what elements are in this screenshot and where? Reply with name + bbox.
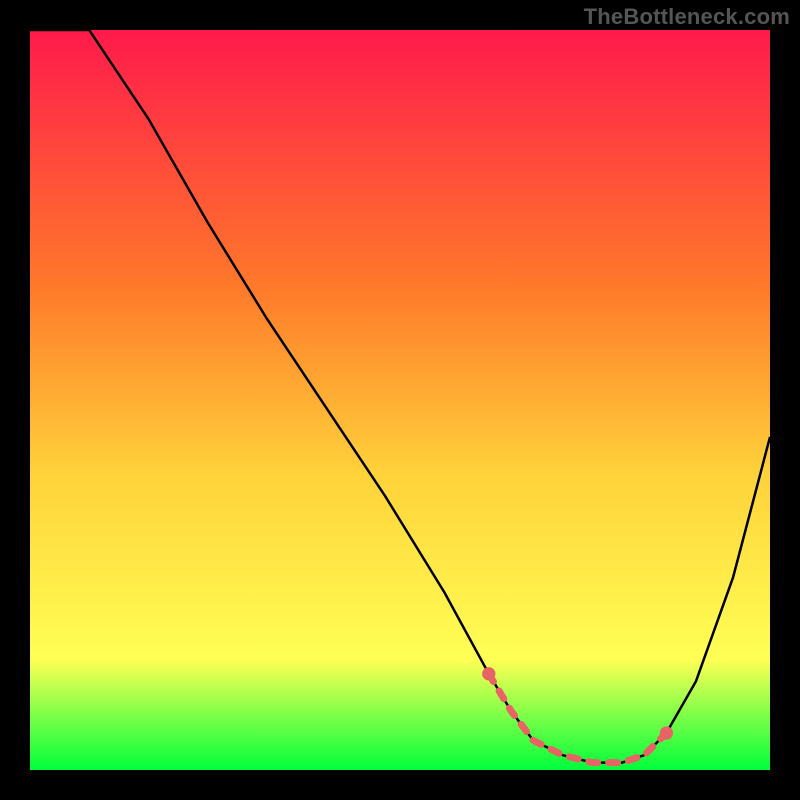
accent-dot-end (660, 726, 673, 739)
plot-svg (30, 30, 770, 770)
chart-frame: TheBottleneck.com (0, 0, 800, 800)
accent-dot-start (482, 667, 495, 680)
gradient-background (30, 30, 770, 770)
bottleneck-plot (30, 30, 770, 770)
watermark-text: TheBottleneck.com (584, 4, 790, 30)
